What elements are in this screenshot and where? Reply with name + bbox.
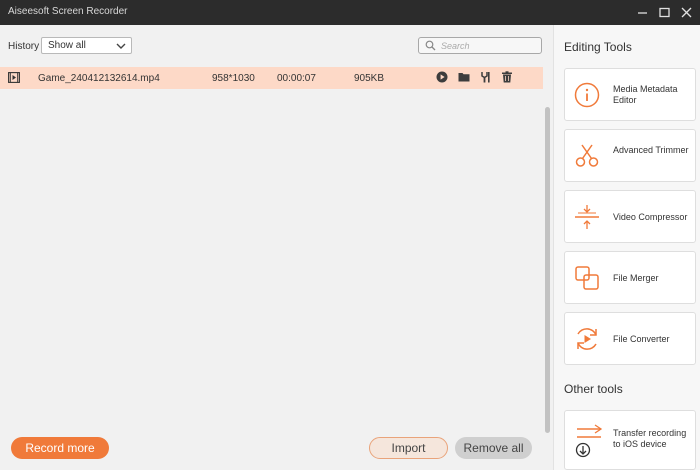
import-button[interactable]: Import <box>369 437 448 459</box>
title-bar: Aiseesoft Screen Recorder <box>0 0 700 25</box>
scrollbar-thumb[interactable] <box>545 107 550 433</box>
video-file-icon <box>8 72 20 83</box>
window-title: Aiseesoft Screen Recorder <box>8 6 128 17</box>
file-merger-card[interactable]: File Merger <box>564 251 696 304</box>
edit-tools-icon[interactable] <box>480 71 492 83</box>
history-panel: History Show all Game_240412132614.mp4 9… <box>0 25 553 470</box>
video-compressor-card[interactable]: Video Compressor <box>564 190 696 243</box>
close-icon <box>681 7 691 17</box>
search-input[interactable] <box>441 39 537 52</box>
info-icon <box>574 82 600 108</box>
tool-label: File Converter <box>613 334 670 344</box>
minimize-icon <box>637 11 647 14</box>
chevron-down-icon <box>116 43 126 49</box>
recording-size: 905KB <box>354 73 385 84</box>
tool-label: Media Metadata Editor <box>613 84 678 105</box>
advanced-trimmer-card[interactable]: Advanced Trimmer <box>564 129 696 182</box>
maximize-icon <box>658 7 670 17</box>
file-converter-card[interactable]: File Converter <box>564 312 696 365</box>
close-button[interactable] <box>675 2 697 22</box>
maximize-button[interactable] <box>653 2 675 22</box>
editing-tools-title: Editing Tools <box>564 40 632 54</box>
play-icon[interactable] <box>436 71 448 83</box>
record-more-button[interactable]: Record more <box>11 437 109 459</box>
tool-label: File Merger <box>613 273 659 283</box>
remove-all-button[interactable]: Remove all <box>455 437 532 459</box>
history-filter-value: Show all <box>48 40 86 51</box>
recording-resolution: 958*1030 <box>212 73 255 84</box>
recording-name: Game_240412132614.mp4 <box>38 73 160 84</box>
transfer-icon <box>575 424 603 458</box>
merge-icon <box>575 266 599 290</box>
trash-icon[interactable] <box>501 71 513 83</box>
table-row[interactable]: Game_240412132614.mp4 958*1030 00:00:07 … <box>0 67 543 89</box>
compress-icon <box>575 205 599 229</box>
convert-icon <box>577 328 597 350</box>
recording-duration: 00:00:07 <box>277 73 316 84</box>
media-metadata-editor-card[interactable]: Media Metadata Editor <box>564 68 696 121</box>
search-icon <box>425 40 436 51</box>
minimize-button[interactable] <box>631 2 653 22</box>
tool-label: Video Compressor <box>613 212 688 222</box>
tool-label: Transfer recording to iOS device <box>613 428 687 449</box>
scissors-icon <box>575 144 599 167</box>
history-filter-select[interactable]: Show all <box>41 37 132 54</box>
folder-icon[interactable] <box>458 71 470 83</box>
other-tools-title: Other tools <box>564 382 623 396</box>
tools-panel: Editing Tools Media Metadata Editor Adva… <box>553 25 700 470</box>
recording-list: Game_240412132614.mp4 958*1030 00:00:07 … <box>0 67 543 407</box>
scrollbar[interactable] <box>544 107 551 433</box>
history-label: History <box>8 41 40 52</box>
search-box[interactable] <box>418 37 542 54</box>
transfer-ios-card[interactable]: Transfer recording to iOS device <box>564 410 696 470</box>
tool-label: Advanced Trimmer <box>613 145 689 155</box>
